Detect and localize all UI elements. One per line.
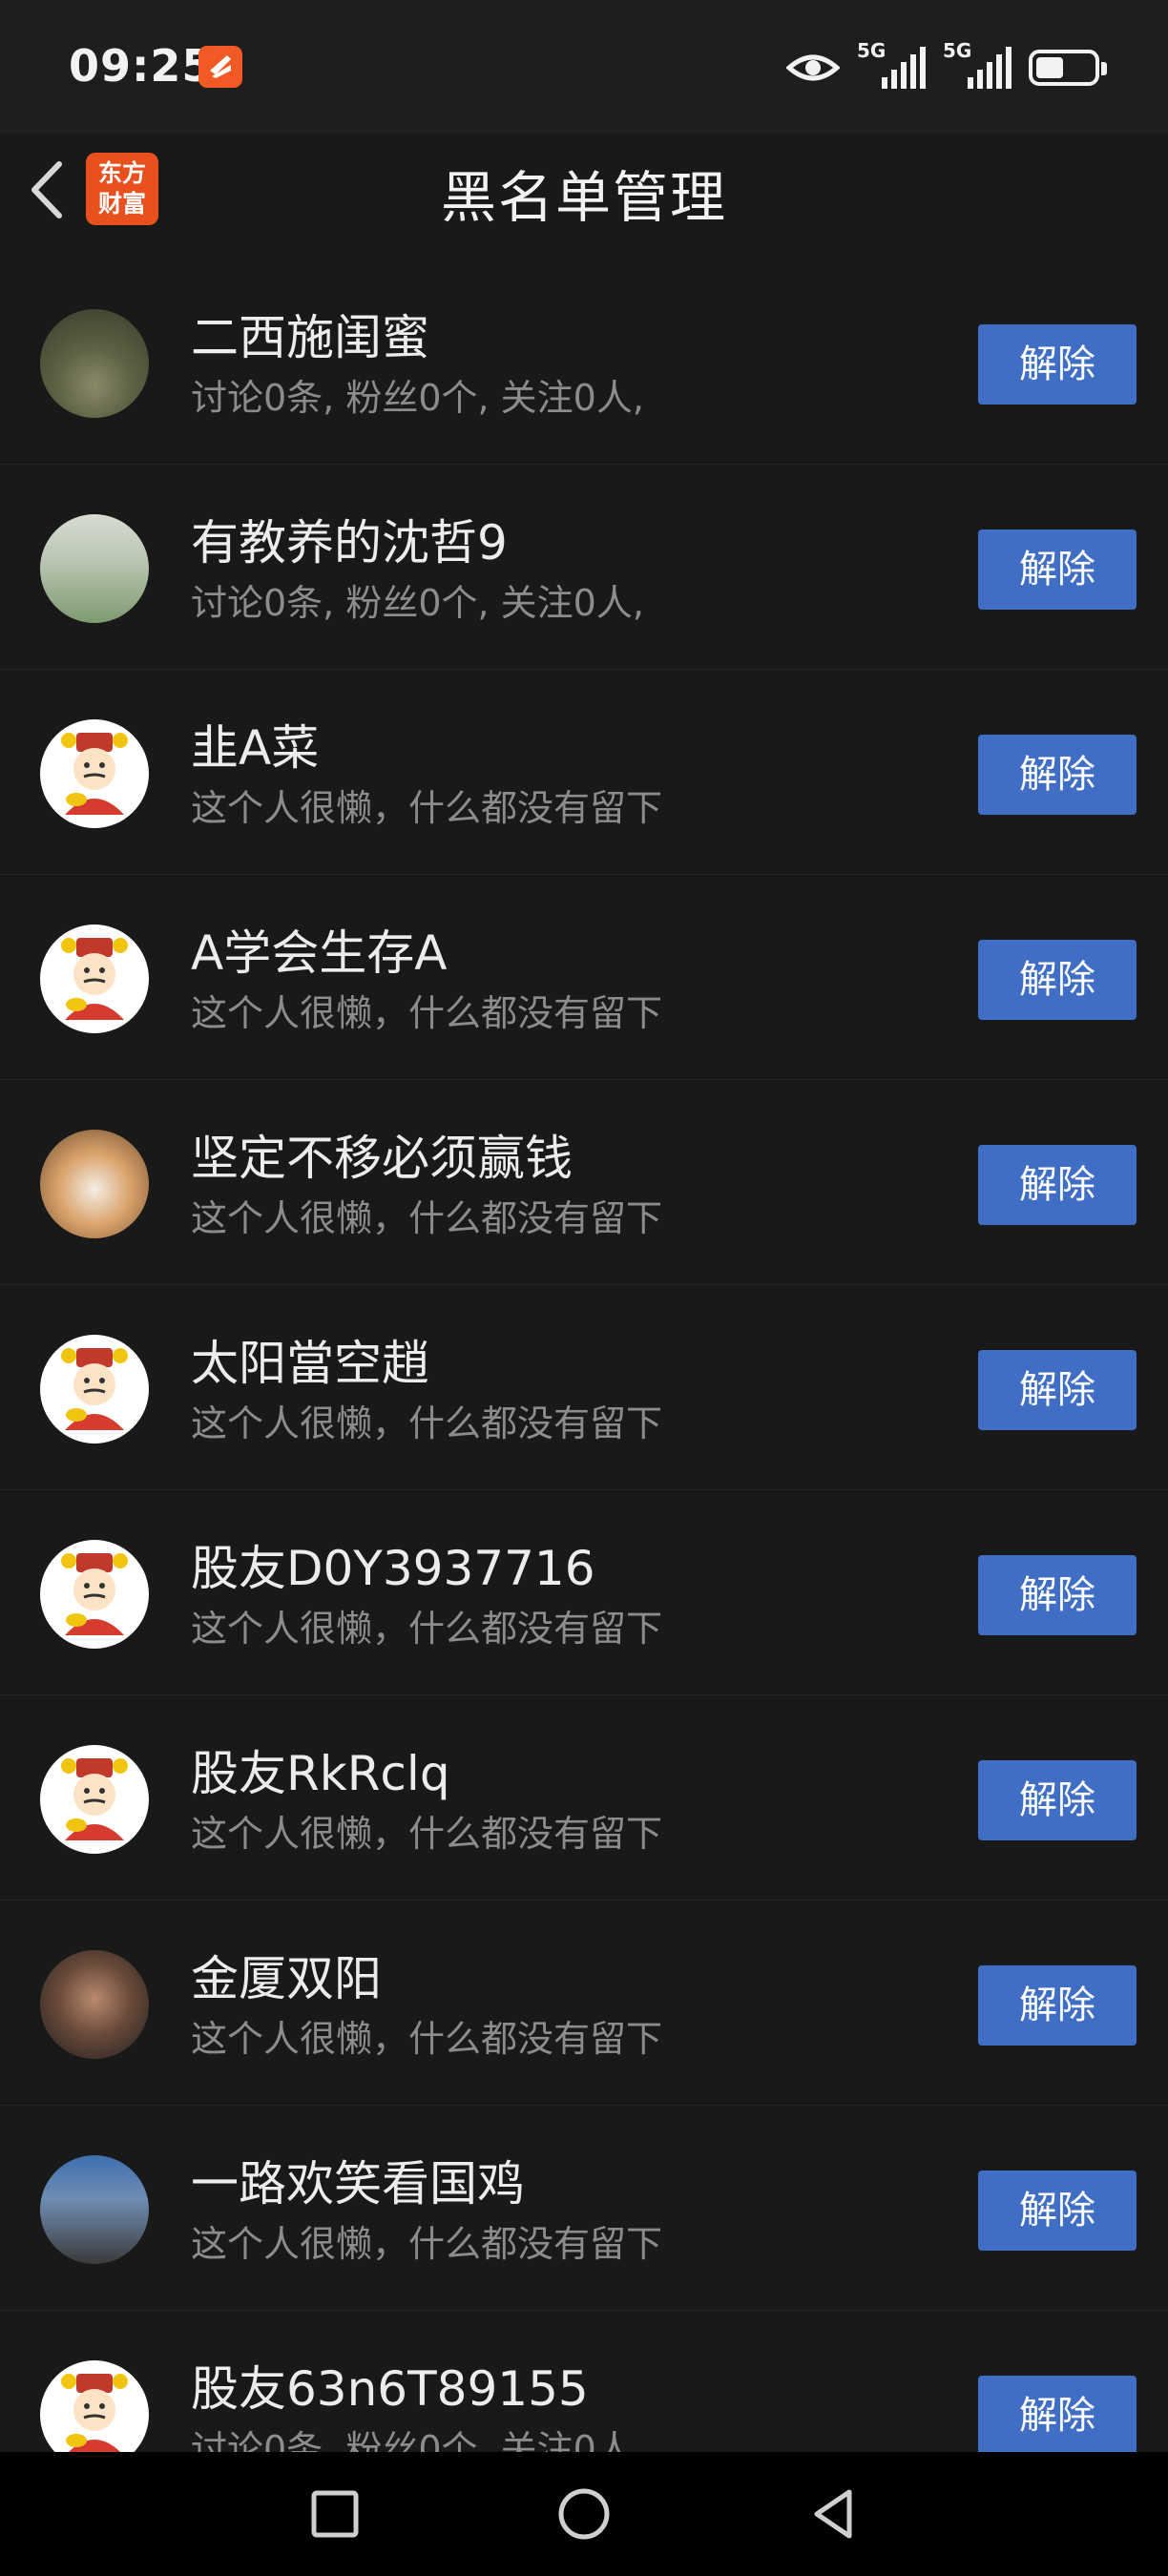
- unblock-button[interactable]: 解除: [978, 735, 1137, 815]
- status-time: 09:25: [69, 40, 214, 92]
- user-name: 股友63n6T89155: [191, 2361, 589, 2417]
- list-item: 二西施闺蜜 讨论0条, 粉丝0个, 关注0人, 解除: [0, 260, 1168, 465]
- user-description: 这个人很懒，什么都没有留下: [191, 787, 663, 829]
- user-name: 韭A菜: [191, 720, 320, 776]
- user-name: 金厦双阳: [191, 1951, 382, 2006]
- circle-icon: [558, 2488, 610, 2540]
- list-item: 坚定不移必须赢钱 这个人很懒，什么都没有留下 解除: [0, 1080, 1168, 1285]
- unblock-button[interactable]: 解除: [978, 1760, 1137, 1840]
- list-item: 股友D0Y3937716 这个人很懒，什么都没有留下 解除: [0, 1490, 1168, 1695]
- list-item: 股友63n6T89155 讨论0条, 粉丝0个, 关注0人, 解除: [0, 2311, 1168, 2452]
- user-name: 太阳當空趙: [191, 1336, 429, 1391]
- eye-icon: [786, 54, 840, 81]
- unblock-button[interactable]: 解除: [978, 1350, 1137, 1430]
- avatar[interactable]: [40, 719, 149, 828]
- user-description: 这个人很懒，什么都没有留下: [191, 1608, 663, 1650]
- notification-app-icon: [198, 46, 242, 88]
- page-title: 黑名单管理: [440, 165, 727, 230]
- system-nav-bar: [0, 2452, 1168, 2576]
- avatar[interactable]: [40, 1745, 149, 1854]
- unblock-button[interactable]: 解除: [978, 2376, 1137, 2452]
- unblock-button[interactable]: 解除: [978, 1965, 1137, 2046]
- user-description: 讨论0条, 粉丝0个, 关注0人,: [191, 2428, 644, 2452]
- avatar[interactable]: [40, 514, 149, 623]
- list-item: 有教养的沈哲9 讨论0条, 粉丝0个, 关注0人, 解除: [0, 465, 1168, 670]
- user-name: 股友D0Y3937716: [191, 1541, 595, 1596]
- avatar[interactable]: [40, 1335, 149, 1444]
- unblock-button[interactable]: 解除: [978, 1555, 1137, 1635]
- user-description: 这个人很懒，什么都没有留下: [191, 1197, 663, 1239]
- user-name: 二西施闺蜜: [191, 310, 429, 365]
- unblock-button[interactable]: 解除: [978, 530, 1137, 610]
- status-bar: 09:25 5G 5G: [0, 0, 1168, 134]
- list-item: A学会生存A 这个人很懒，什么都没有留下 解除: [0, 875, 1168, 1080]
- avatar[interactable]: [40, 2360, 149, 2452]
- user-name: A学会生存A: [191, 925, 448, 981]
- user-description: 这个人很懒，什么都没有留下: [191, 2223, 663, 2265]
- status-icons: 5G 5G: [786, 39, 1107, 93]
- blacklist: 二西施闺蜜 讨论0条, 粉丝0个, 关注0人, 解除 有教养的沈哲9 讨论0条,…: [0, 260, 1168, 2452]
- unblock-button[interactable]: 解除: [978, 1145, 1137, 1225]
- signal-5g-icon-2: 5G: [943, 39, 1012, 91]
- user-description: 讨论0条, 粉丝0个, 关注0人,: [191, 377, 644, 419]
- list-item: 韭A菜 这个人很懒，什么都没有留下 解除: [0, 670, 1168, 875]
- avatar[interactable]: [40, 309, 149, 418]
- back-nav-button[interactable]: [800, 2481, 866, 2547]
- signal-5g-icon: 5G: [857, 39, 926, 91]
- square-icon: [311, 2490, 359, 2538]
- avatar[interactable]: [40, 924, 149, 1033]
- avatar[interactable]: [40, 1540, 149, 1649]
- user-name: 有教养的沈哲9: [191, 515, 508, 571]
- unblock-button[interactable]: 解除: [978, 324, 1137, 405]
- user-name: 一路欢笑看国鸡: [191, 2156, 525, 2212]
- user-description: 这个人很懒，什么都没有留下: [191, 1813, 663, 1855]
- list-item: 太阳當空趙 这个人很懒，什么都没有留下 解除: [0, 1285, 1168, 1490]
- unblock-button[interactable]: 解除: [978, 940, 1137, 1020]
- user-description: 这个人很懒，什么都没有留下: [191, 1402, 663, 1444]
- user-description: 这个人很懒，什么都没有留下: [191, 2018, 663, 2060]
- home-button[interactable]: [551, 2481, 617, 2547]
- avatar[interactable]: [40, 2155, 149, 2264]
- user-description: 讨论0条, 粉丝0个, 关注0人,: [191, 582, 644, 624]
- avatar[interactable]: [40, 1130, 149, 1238]
- list-item: 股友RkRclq 这个人很懒，什么都没有留下 解除: [0, 1695, 1168, 1901]
- user-description: 这个人很懒，什么都没有留下: [191, 992, 663, 1034]
- list-item: 一路欢笑看国鸡 这个人很懒，什么都没有留下 解除: [0, 2106, 1168, 2311]
- avatar[interactable]: [40, 1950, 149, 2059]
- unblock-button[interactable]: 解除: [978, 2171, 1137, 2251]
- battery-icon: [1029, 50, 1107, 86]
- recent-apps-button[interactable]: [302, 2481, 368, 2547]
- list-item: 金厦双阳 这个人很懒，什么都没有留下 解除: [0, 1901, 1168, 2106]
- user-name: 坚定不移必须赢钱: [191, 1131, 573, 1186]
- triangle-back-icon: [814, 2489, 852, 2539]
- user-name: 股友RkRclq: [191, 1746, 450, 1801]
